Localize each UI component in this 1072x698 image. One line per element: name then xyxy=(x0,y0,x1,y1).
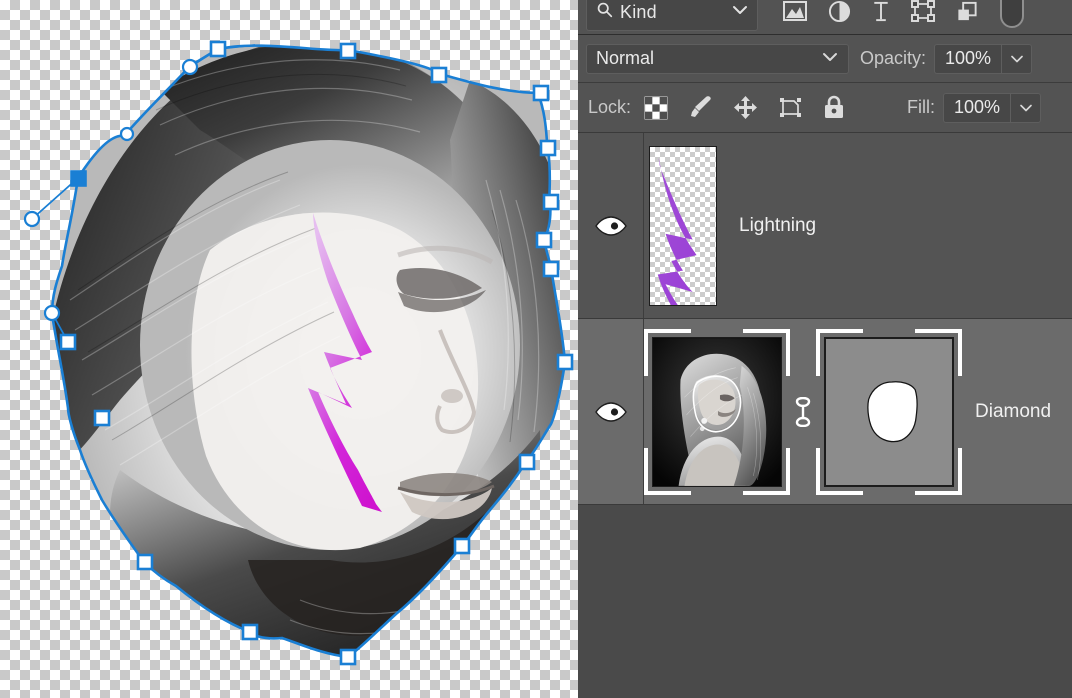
layer-mask-thumbnail-diamond[interactable] xyxy=(824,336,954,487)
opacity-field-group[interactable]: 100% xyxy=(934,43,1033,74)
shape-icon[interactable] xyxy=(911,0,935,22)
layer-thumbnails-diamond xyxy=(644,328,962,495)
adjustment-icon[interactable] xyxy=(828,0,851,23)
eye-icon xyxy=(594,401,627,422)
search-icon xyxy=(596,1,613,23)
lock-icon-group xyxy=(644,95,845,120)
filter-toggle[interactable] xyxy=(999,0,1025,33)
blend-mode-dropdown[interactable]: Normal xyxy=(586,43,849,74)
filter-kind-dropdown[interactable]: Kind xyxy=(586,0,758,31)
image-icon[interactable] xyxy=(782,0,808,22)
canvas-artwork xyxy=(23,40,574,666)
artboard-icon[interactable] xyxy=(778,96,803,119)
path-anchor-selected[interactable] xyxy=(70,170,87,187)
filter-type-icons xyxy=(782,0,1025,33)
face-highlight xyxy=(191,212,479,551)
nostril xyxy=(441,389,463,403)
layer-visibility-toggle-lightning[interactable] xyxy=(578,133,644,318)
smart-object-icon[interactable] xyxy=(955,0,979,23)
layer-visibility-toggle-diamond[interactable] xyxy=(578,319,644,504)
lock-icon[interactable] xyxy=(823,95,845,120)
brush-icon[interactable] xyxy=(688,95,713,120)
layer-name-diamond[interactable]: Diamond xyxy=(975,401,1051,423)
layer-thumbnail-diamond-wrap[interactable] xyxy=(644,328,790,495)
fill-field-group[interactable]: 100% xyxy=(943,92,1042,123)
chevron-down-icon[interactable] xyxy=(731,3,749,21)
lock-row: Lock: Fill: 100% xyxy=(578,83,1072,133)
opacity-slider-chevron[interactable] xyxy=(1001,44,1031,73)
layers-list: Lightning Diamond xyxy=(578,133,1072,505)
fill-slider-chevron[interactable] xyxy=(1010,93,1040,122)
checkerboard-icon[interactable] xyxy=(644,96,668,120)
filter-kind-label: Kind xyxy=(620,1,657,22)
lock-label: Lock: xyxy=(588,97,632,117)
move-arrows-icon[interactable] xyxy=(733,95,758,120)
layers-panel: Kind Normal Opacity: 100% Lock: Fill: 10… xyxy=(578,0,1072,698)
document-canvas[interactable] xyxy=(0,0,578,698)
fill-label: Fill: xyxy=(907,97,936,117)
opacity-value[interactable]: 100% xyxy=(935,45,1001,73)
masked-portrait xyxy=(52,45,565,658)
layer-thumbnail-lightning[interactable] xyxy=(649,145,717,306)
fill-value[interactable]: 100% xyxy=(944,94,1010,122)
type-icon[interactable] xyxy=(871,0,891,23)
layer-filter-row: Kind xyxy=(578,0,1072,34)
layer-name-lightning[interactable]: Lightning xyxy=(739,215,816,237)
layer-row-diamond[interactable]: Diamond xyxy=(578,319,1072,505)
layer-thumbnails-lightning xyxy=(644,145,717,306)
layer-row-lightning[interactable]: Lightning xyxy=(578,133,1072,319)
eye-icon xyxy=(594,215,627,236)
chevron-down-icon[interactable] xyxy=(821,50,839,68)
mask-link-icon[interactable] xyxy=(787,396,819,427)
photoshop-window: Kind Normal Opacity: 100% Lock: Fill: 10… xyxy=(0,0,1072,698)
opacity-label: Opacity: xyxy=(860,48,927,68)
layer-mask-thumbnail-wrap[interactable] xyxy=(816,328,962,495)
layer-thumbnail-diamond[interactable] xyxy=(652,336,782,487)
blend-mode-row: Normal Opacity: 100% xyxy=(578,35,1072,83)
blend-mode-value: Normal xyxy=(596,48,655,68)
